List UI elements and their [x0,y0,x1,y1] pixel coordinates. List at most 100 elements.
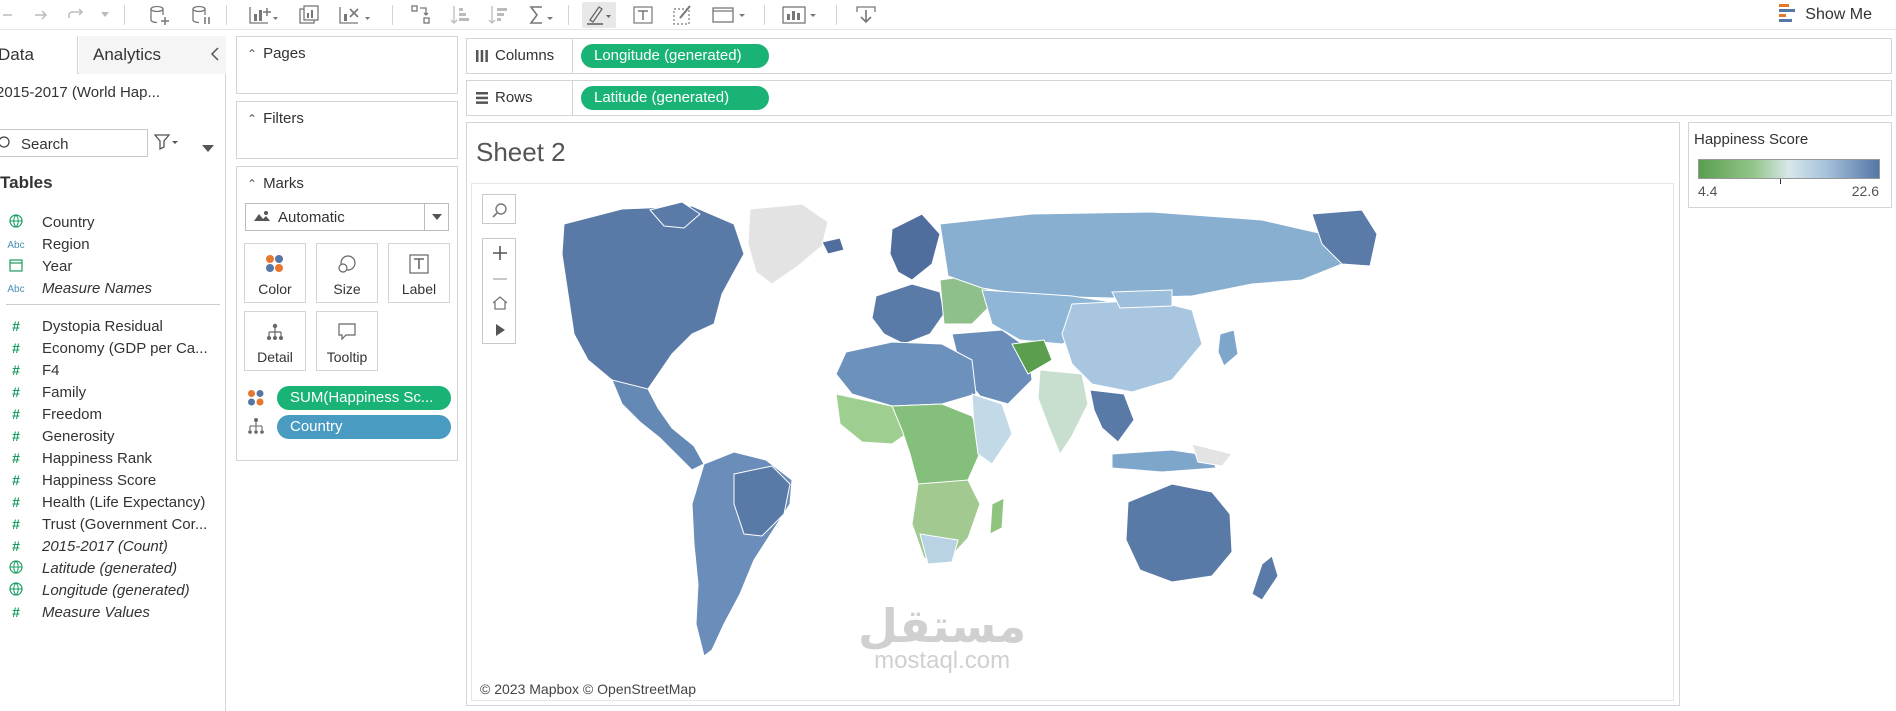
chevron-up-icon: ⌃ [247,112,258,126]
field-region[interactable]: Abc Region [0,232,222,256]
watermark-latin: mostaql.com [874,647,1011,674]
southeast-asia-shape [1089,389,1135,443]
duplicate-sheet-icon[interactable] [296,2,324,28]
map-canvas[interactable] [472,184,1674,701]
pause-update-icon[interactable] [188,2,214,28]
collapse-pane-icon[interactable] [210,36,220,74]
play-icon[interactable] [494,323,506,341]
home-icon[interactable] [492,295,508,315]
field-latitude-generated[interactable]: Latitude (generated) [0,556,222,580]
label-button[interactable]: Label [388,243,450,303]
filters-card-header[interactable]: ⌃ Filters [247,110,304,127]
field-longitude-generated[interactable]: Longitude (generated) [0,578,222,602]
field-freedom[interactable]: # Freedom [0,402,222,426]
mark-type-select[interactable]: Automatic [245,203,449,231]
russia-shape [939,211,1343,299]
highlight-icon[interactable] [582,2,616,28]
text-label-icon[interactable] [630,2,656,28]
toolbar-separator [764,5,765,25]
field-happiness-rank[interactable]: # Happiness Rank [0,446,222,470]
india-shape [1037,369,1089,456]
field-measure-names[interactable]: Abc Measure Names [0,276,222,300]
mark-type-dropdown-icon[interactable] [424,204,448,230]
zoom-in-icon[interactable] [492,245,508,265]
clear-sheet-icon[interactable] [336,2,376,28]
happiness-score-pill[interactable]: SUM(Happiness Sc... [277,386,451,410]
new-datasource-icon[interactable] [146,2,172,28]
redo-icon[interactable] [64,2,88,28]
tab-data[interactable]: Data [0,36,78,74]
forward-icon[interactable] [30,2,52,28]
new-worksheet-icon[interactable] [246,2,280,28]
field-label: Latitude (generated) [42,559,178,577]
field-year[interactable]: Year [0,254,222,278]
world-map[interactable]: © 2023 Mapbox © OpenStreetMap مستقل most… [471,183,1674,701]
search-input[interactable]: Search [0,129,148,157]
field-2015-2017-count[interactable]: #2015-2017 (Count) [0,534,222,558]
detail-button[interactable]: Detail [244,311,306,371]
field-label: F4 [42,361,60,379]
map-search-button[interactable] [482,194,516,224]
rows-shelf[interactable]: Rows Latitude (generated) [466,80,1892,116]
longitude-pill[interactable]: Longitude (generated) [581,44,769,68]
country-pill[interactable]: Country [277,415,451,439]
rows-label: Rows [495,89,533,106]
field-generosity[interactable]: # Generosity [0,424,222,448]
toolbar-separator [568,5,569,25]
longitude-pill-label: Longitude (generated) [594,47,742,64]
field-label: Family [42,383,87,401]
fix-axes-icon[interactable] [670,2,696,28]
back-icon[interactable] [0,2,18,28]
detail-button-label: Detail [257,349,293,365]
pane-menu-dropdown-icon[interactable] [202,140,214,157]
mark-type-label: Automatic [278,209,345,226]
tab-analytics-label: Analytics [93,45,162,64]
toolbar-separator [124,5,125,25]
data-pane-tabs: Data Analytics [0,36,226,74]
field-measure-values[interactable]: # Measure Values [0,600,222,624]
tooltip-button[interactable]: Tooltip [316,311,378,371]
legend-max: 22.6 [1851,183,1879,199]
tab-analytics[interactable]: Analytics [79,36,226,74]
filter-fields-icon[interactable] [153,133,180,155]
field-f4[interactable]: # F4 [0,358,222,382]
columns-shelf[interactable]: Columns Longitude (generated) [466,38,1892,74]
columns-shelf-label: Columns [467,39,573,73]
swap-rows-columns-icon[interactable] [408,2,434,28]
japan-shape [1217,329,1239,367]
field-label: Region [42,235,90,253]
pages-card-header[interactable]: ⌃ Pages [247,45,306,62]
color-button[interactable]: Color [244,243,306,303]
field-dystopia-residual[interactable]: # Dystopia Residual [0,314,222,338]
latitude-pill[interactable]: Latitude (generated) [581,86,769,110]
abc-icon: Abc [7,284,25,295]
map-zoom-controls [482,238,516,344]
fit-width-icon[interactable] [710,2,748,28]
field-country[interactable]: Country [0,210,222,234]
new-zealand-shape [1251,555,1279,601]
detail-icon [245,322,305,342]
field-family[interactable]: # Family [0,380,222,404]
sort-ascending-icon[interactable] [448,2,472,28]
toolbar-separator [836,5,837,25]
zoom-out-icon[interactable] [492,271,508,291]
toolbar-separator [226,5,227,25]
totals-icon[interactable] [526,2,556,28]
datasource-name[interactable]: 2015-2017 (World Hap... [0,84,160,101]
chevron-up-icon: ⌃ [247,177,258,191]
marks-card-title: Marks [263,175,304,192]
presentation-mode-icon[interactable] [780,2,820,28]
share-download-icon[interactable] [852,2,880,28]
latitude-pill-label: Latitude (generated) [594,89,730,106]
search-icon [0,136,11,154]
color-legend[interactable]: Happiness Score 4.4 22.6 [1688,122,1892,208]
field-economy-gdp-per-ca[interactable]: # Economy (GDP per Ca... [0,336,222,360]
field-happiness-score[interactable]: # Happiness Score [0,468,222,492]
field-health-life-expectancy[interactable]: # Health (Life Expectancy) [0,490,222,514]
show-me-button[interactable]: Show Me [1779,3,1872,27]
size-button[interactable]: Size [316,243,378,303]
sort-descending-icon[interactable] [486,2,510,28]
redo-dropdown-icon[interactable] [98,2,112,28]
field-trust-government-cor[interactable]: # Trust (Government Cor... [0,512,222,536]
marks-card-header[interactable]: ⌃ Marks [247,175,304,192]
